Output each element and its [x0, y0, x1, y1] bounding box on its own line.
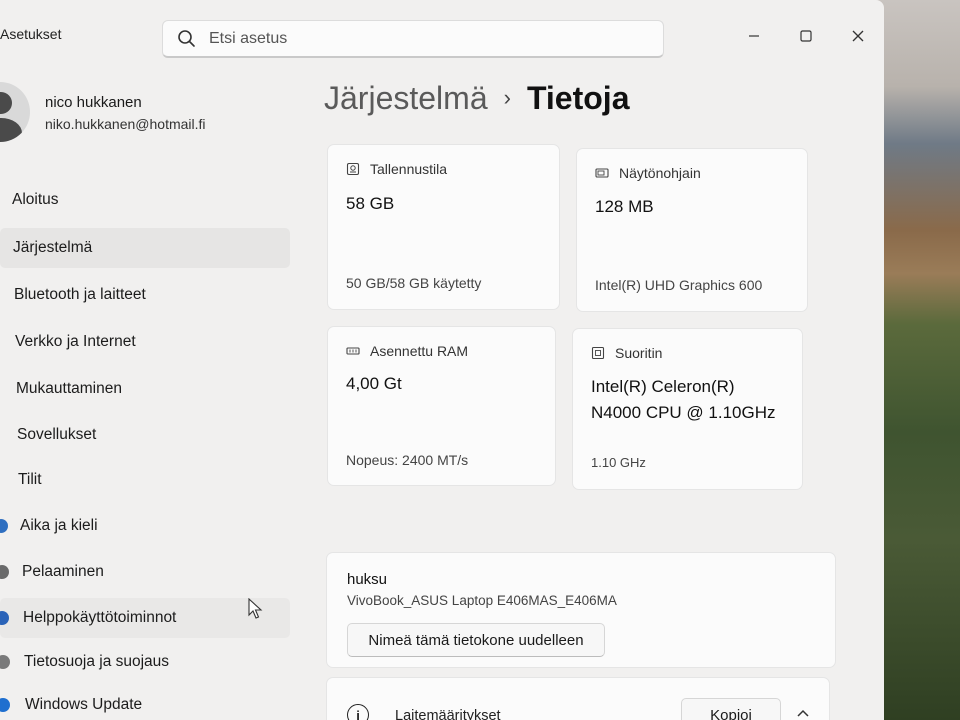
user-email: niko.hukkanen@hotmail.fi [45, 116, 206, 132]
sidebar-item-label: Helppokäyttötoiminnot [23, 609, 177, 626]
sidebar-item-aloitus[interactable]: Aloitus [0, 180, 290, 220]
sidebar-item-label: Järjestelmä [13, 239, 93, 256]
gpu-card: Näytönohjain 128 MB Intel(R) UHD Graphic… [576, 148, 808, 312]
sidebar-item-label: Aika ja kieli [20, 517, 98, 534]
sidebar-item-network[interactable]: Verkko ja Internet [0, 322, 290, 362]
ram-card: Asennettu RAM 4,00 Gt Nopeus: 2400 MT/s [327, 326, 556, 486]
sidebar-item-accessibility[interactable]: Helppokäyttötoiminnot [0, 598, 290, 638]
sidebar-item-label: Bluetooth ja laitteet [14, 286, 146, 303]
card-label: Suoritin [615, 345, 663, 361]
sidebar-item-label: Pelaaminen [22, 563, 104, 580]
minimize-button[interactable] [728, 22, 780, 50]
rename-pc-button[interactable]: Nimeä tämä tietokone uudelleen [347, 623, 605, 657]
cpu-card: Suoritin Intel(R) Celeron(R) N4000 CPU @… [572, 328, 803, 490]
sidebar-item-label: Aloitus [12, 191, 59, 208]
globe-icon [0, 519, 8, 533]
sidebar-item-label: Tilit [18, 471, 42, 488]
device-model: VivoBook_ASUS Laptop E406MAS_E406MA [347, 593, 617, 608]
sidebar-item-apps[interactable]: Sovellukset [0, 415, 290, 455]
close-button[interactable] [832, 22, 884, 50]
maximize-button[interactable] [780, 22, 832, 50]
search-input[interactable] [209, 29, 629, 48]
chevron-right-icon: › [503, 85, 511, 110]
user-name: nico hukkanen [45, 94, 142, 111]
card-sub: 50 GB/58 GB käytetty [346, 275, 482, 291]
card-sub: 1.10 GHz [591, 455, 646, 470]
gpu-icon [595, 168, 609, 178]
device-name-card: huksu VivoBook_ASUS Laptop E406MAS_E406M… [326, 552, 836, 668]
card-value-line1: Intel(R) Celeron(R) [591, 377, 735, 396]
cpu-icon [591, 346, 605, 360]
title-bar: Asetukset [0, 0, 884, 70]
search-icon [177, 29, 197, 49]
breadcrumb: Järjestelmä › Tietoja [324, 80, 629, 117]
app-title: Asetukset [0, 26, 62, 42]
mouse-cursor-icon [248, 598, 263, 619]
minimize-icon [749, 35, 759, 37]
info-icon: i [347, 704, 369, 720]
card-label: Tallennustila [370, 161, 448, 177]
breadcrumb-parent[interactable]: Järjestelmä [324, 80, 488, 117]
ram-icon [346, 347, 360, 355]
sidebar-item-personalization[interactable]: Mukauttaminen [0, 369, 290, 409]
card-label: Näytönohjain [619, 165, 701, 181]
accessibility-icon [0, 611, 9, 625]
sidebar-item-label: Tietosuoja ja suojaus [24, 653, 170, 670]
card-value: 128 MB [595, 197, 654, 216]
sidebar-item-label: Mukauttaminen [16, 380, 122, 397]
card-label: Asennettu RAM [370, 343, 469, 359]
sidebar-item-label: Windows Update [25, 696, 143, 713]
card-sub: Nopeus: 2400 MT/s [346, 452, 469, 468]
card-value: 4,00 Gt [346, 374, 402, 393]
sidebar-item-time-language[interactable]: Aika ja kieli [0, 506, 290, 546]
sidebar-item-jarjestelma[interactable]: Järjestelmä [0, 228, 290, 268]
device-name: huksu [347, 571, 388, 588]
card-value-line2: N4000 CPU @ 1.10GHz [591, 403, 776, 422]
sidebar-item-windows-update[interactable]: Windows Update [0, 685, 290, 720]
page-title: Tietoja [526, 80, 630, 116]
settings-window: Asetukset nico hukkanen niko.hukkanen@ho… [0, 0, 884, 720]
chevron-up-icon[interactable] [793, 704, 813, 720]
search-box[interactable] [162, 20, 664, 58]
storage-icon [346, 162, 360, 176]
sidebar-item-label: Verkko ja Internet [15, 333, 136, 350]
copy-button[interactable]: Kopioi [681, 698, 781, 720]
sidebar-item-label: Sovellukset [17, 426, 97, 443]
specs-title: Laitemääritykset [395, 708, 501, 720]
shield-icon [0, 655, 10, 669]
sidebar-item-gaming[interactable]: Pelaaminen [0, 552, 290, 592]
card-value: 58 GB [346, 194, 395, 213]
device-specs-card[interactable]: i Laitemääritykset Kopioi [326, 677, 830, 720]
close-icon [852, 30, 864, 42]
update-icon [0, 698, 10, 712]
sidebar-item-privacy[interactable]: Tietosuoja ja suojaus [0, 642, 290, 682]
card-sub: Intel(R) UHD Graphics 600 [595, 277, 763, 293]
gamepad-icon [0, 565, 9, 579]
sidebar-item-accounts[interactable]: Tilit [0, 460, 290, 500]
maximize-icon [800, 30, 812, 42]
sidebar-item-bluetooth[interactable]: Bluetooth ja laitteet [0, 275, 290, 315]
storage-card: Tallennustila 58 GB 50 GB/58 GB käytetty [327, 144, 560, 310]
window-controls [728, 22, 884, 50]
avatar[interactable] [0, 82, 30, 142]
